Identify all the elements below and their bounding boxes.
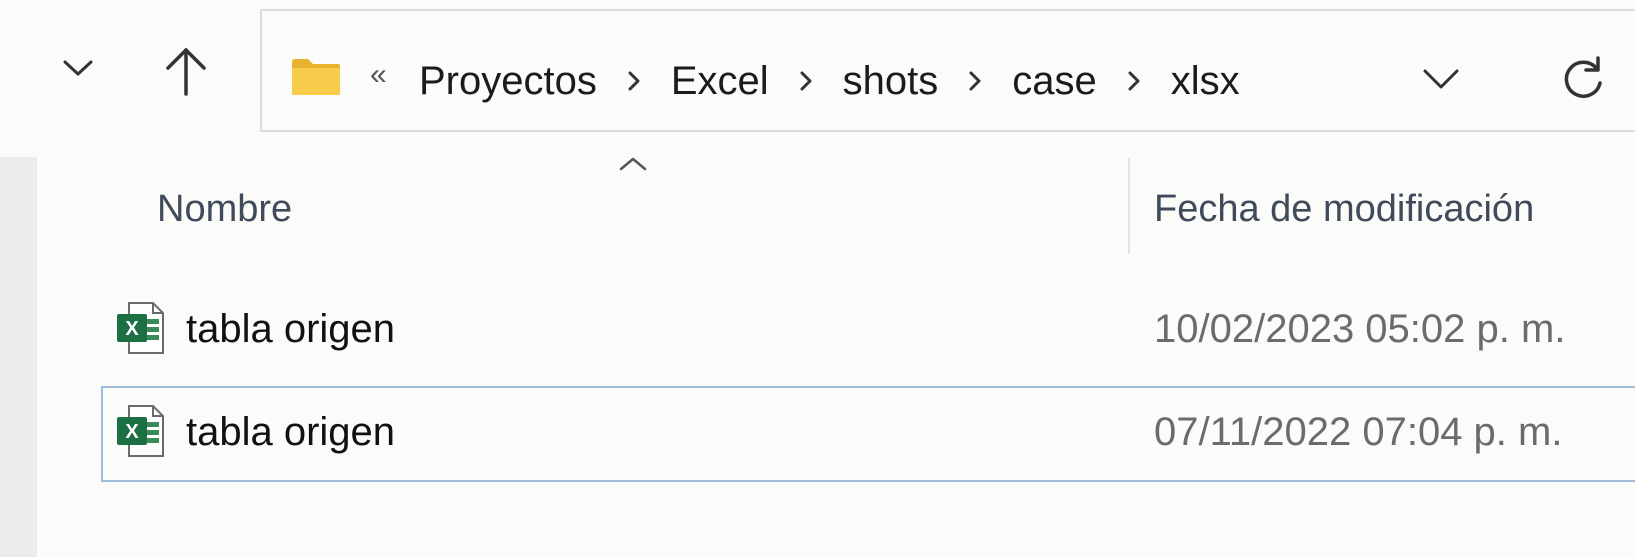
address-history-button[interactable]	[1419, 57, 1463, 101]
navigation-pane	[0, 157, 37, 557]
breadcrumb-item-shots[interactable]: shots	[843, 59, 939, 104]
breadcrumb-item-proyectos[interactable]: Proyectos	[419, 59, 597, 104]
svg-text:X: X	[125, 318, 139, 340]
breadcrumb: Proyectos Excel shots case xlsx	[419, 41, 1240, 121]
sort-ascending-icon	[619, 157, 647, 171]
column-header-name[interactable]: Nombre	[157, 188, 292, 231]
file-row[interactable]: X tabla origen 10/02/2023 05:02 p. m.	[101, 283, 1635, 379]
up-button[interactable]	[150, 36, 222, 108]
file-name: tabla origen	[186, 410, 396, 454]
breadcrumb-item-case[interactable]: case	[1012, 59, 1097, 104]
arrow-up-icon	[166, 48, 206, 96]
file-name: tabla origen	[186, 307, 396, 351]
excel-file-icon: X	[117, 405, 164, 457]
file-explorer-window: « Proyectos Excel shots case xlsx Nombre…	[0, 0, 1635, 557]
file-date-modified: 07/11/2022 07:04 p. m.	[1154, 410, 1563, 454]
column-header-date-modified[interactable]: Fecha de modificación	[1154, 188, 1534, 231]
recent-locations-button[interactable]	[50, 40, 106, 96]
chevron-down-icon	[63, 60, 93, 76]
breadcrumb-overflow-button[interactable]: «	[370, 58, 387, 92]
chevron-right-icon[interactable]	[769, 70, 843, 92]
excel-file-icon: X	[117, 302, 164, 354]
breadcrumb-item-excel[interactable]: Excel	[671, 59, 769, 104]
svg-text:X: X	[125, 421, 139, 443]
chevron-down-icon	[1423, 69, 1459, 89]
folder-icon	[292, 59, 340, 95]
chevron-right-icon[interactable]	[938, 70, 1012, 92]
address-bar[interactable]: « Proyectos Excel shots case xlsx	[260, 9, 1635, 132]
file-date-modified: 10/02/2023 05:02 p. m.	[1154, 307, 1566, 351]
chevron-right-icon[interactable]	[1097, 70, 1171, 92]
chevron-right-icon[interactable]	[597, 70, 671, 92]
refresh-button[interactable]	[1555, 51, 1611, 107]
refresh-icon	[1564, 56, 1602, 98]
column-divider[interactable]	[1128, 158, 1130, 254]
file-row-selected[interactable]: X tabla origen 07/11/2022 07:04 p. m.	[101, 386, 1635, 482]
breadcrumb-item-xlsx[interactable]: xlsx	[1171, 59, 1240, 104]
